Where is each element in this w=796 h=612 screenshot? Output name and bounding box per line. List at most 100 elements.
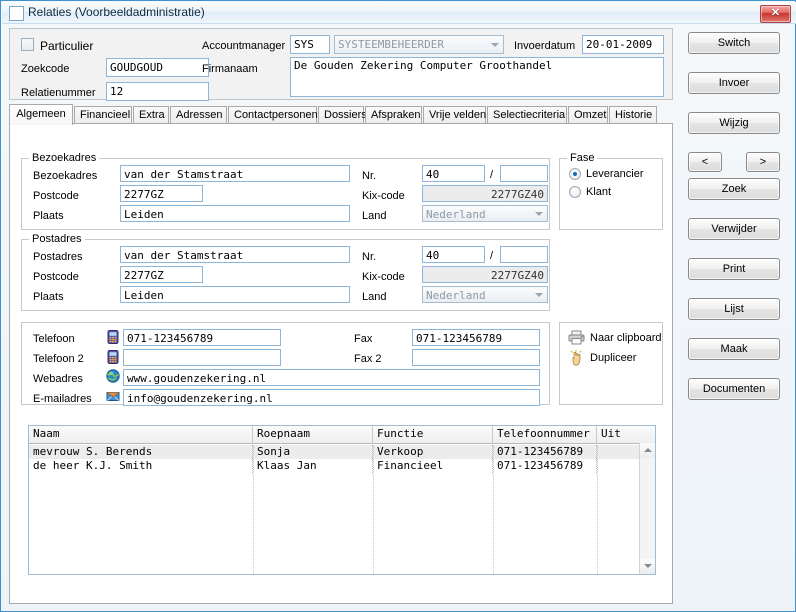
grid-column-divider — [373, 443, 375, 574]
accountmanager-name-value: SYSTEEMBEHEERDER — [338, 38, 444, 51]
grid-col-uit[interactable]: Uit — [597, 426, 655, 443]
scroll-down-button[interactable] — [640, 559, 655, 574]
next-button[interactable]: > — [746, 152, 780, 172]
telefoon-input[interactable]: 071-123456789 — [123, 329, 281, 346]
tab-contactpersonen[interactable]: Contactpersonen — [228, 106, 318, 124]
fax2-input[interactable] — [412, 349, 540, 366]
tab-selectiecriteria[interactable]: Selectiecriteria — [487, 106, 567, 124]
tab-dossiers[interactable]: Dossiers — [318, 106, 367, 124]
tab-afspraken[interactable]: Afspraken — [365, 106, 422, 124]
wijzig-button[interactable]: Wijzig — [688, 112, 780, 134]
bezoekadres-kix-value: 2277GZ40 — [422, 185, 548, 202]
scroll-up-button[interactable] — [640, 443, 655, 458]
bezoekadres-postcode-input[interactable]: 2277GZ — [120, 185, 203, 202]
invoerdatum-input[interactable]: 20-01-2009 — [582, 35, 664, 54]
fax-input[interactable]: 071-123456789 — [412, 329, 540, 346]
postadres-group: Postadres Postadres van der Stamstraat N… — [21, 233, 550, 311]
webadres-input[interactable]: www.goudenzekering.nl — [123, 369, 540, 386]
envelope-icon — [106, 389, 120, 402]
zoekcode-label: Zoekcode — [21, 63, 70, 75]
maak-button[interactable]: Maak — [688, 338, 780, 360]
postadres-plaats-input[interactable]: Leiden — [120, 286, 350, 303]
relatienummer-input[interactable]: 12 — [106, 82, 209, 101]
postadres-nr-separator: / — [490, 250, 494, 262]
dupliceer-link[interactable]: Dupliceer — [590, 352, 636, 364]
telefoon2-input[interactable] — [123, 349, 281, 366]
tab-vrije-velden[interactable]: Vrije velden — [423, 106, 486, 124]
zoekcode-input[interactable]: GOUDGOUD — [106, 58, 209, 77]
tab-panel-algemeen: Bezoekadres Bezoekadres van der Stamstra… — [9, 123, 673, 604]
bezoekadres-input[interactable]: van der Stamstraat — [120, 165, 350, 182]
bezoekadres-postcode-label: Postcode — [33, 190, 79, 202]
close-button[interactable]: ✕ — [760, 5, 791, 23]
invoerdatum-label: Invoerdatum — [514, 40, 576, 52]
fase-group-title: Fase — [567, 152, 598, 164]
fase-radio-leverancier[interactable] — [569, 168, 581, 180]
fase-radio-klant[interactable] — [569, 186, 581, 198]
firmanaam-input[interactable]: De Gouden Zekering Computer Groothandel — [290, 57, 664, 97]
grid-column-divider — [597, 443, 599, 574]
bezoekadres-nr-input[interactable]: 40 — [422, 165, 485, 182]
fase-group: Fase Leverancier Klant — [559, 152, 663, 230]
bezoekadres-nr-label: Nr. — [362, 170, 377, 182]
postadres-postcode-input[interactable]: 2277GZ — [120, 266, 203, 283]
contactpersonen-grid[interactable]: Naam Roepnaam Functie Telefoonnummer Uit… — [28, 425, 656, 575]
bezoekadres-land-dropdown[interactable]: Nederland — [422, 205, 548, 222]
webadres-label: Webadres — [33, 373, 83, 385]
tab-adressen[interactable]: Adressen — [170, 106, 227, 124]
bezoekadres-plaats-label: Plaats — [33, 210, 64, 222]
bezoekadres-land-label: Land — [362, 210, 387, 222]
lijst-button[interactable]: Lijst — [688, 298, 780, 320]
firmanaam-label: Firmanaam — [202, 63, 258, 75]
postadres-land-dropdown[interactable]: Nederland — [422, 286, 548, 303]
postadres-postcode-label: Postcode — [33, 271, 79, 283]
tab-algemeen[interactable]: Algemeen — [9, 104, 73, 125]
grid-cell-uit — [597, 445, 641, 459]
particulier-label: Particulier — [40, 39, 94, 53]
grid-col-roepnaam[interactable]: Roepnaam — [253, 426, 373, 443]
grid-col-functie[interactable]: Functie — [373, 426, 493, 443]
particulier-checkbox[interactable] — [21, 38, 34, 51]
grid-vertical-scrollbar[interactable] — [639, 443, 655, 574]
bezoekadres-land-value: Nederland — [426, 208, 486, 221]
grid-col-telefoonnummer[interactable]: Telefoonnummer — [493, 426, 597, 443]
print-button[interactable]: Print — [688, 258, 780, 280]
zoek-button[interactable]: Zoek — [688, 178, 780, 200]
title-bar: Relaties (Voorbeeldadministratie) ✕ — [2, 2, 796, 24]
postadres-nr-toevoeging-input[interactable] — [500, 246, 548, 263]
switch-button[interactable]: Switch — [688, 32, 780, 54]
accountmanager-label: Accountmanager — [202, 40, 286, 52]
accountmanager-code-input[interactable]: SYS — [290, 35, 330, 54]
bezoekadres-label: Bezoekadres — [33, 170, 98, 182]
postadres-input[interactable]: van der Stamstraat — [120, 246, 350, 263]
bezoekadres-plaats-input[interactable]: Leiden — [120, 205, 350, 222]
accountmanager-name-dropdown[interactable]: SYSTEEMBEHEERDER — [334, 35, 504, 54]
tab-historie[interactable]: Historie — [609, 106, 657, 124]
email-input[interactable]: info@goudenzekering.nl — [123, 389, 540, 406]
grid-cell-telefoonnummer: 071-123456789 — [493, 445, 597, 459]
postadres-kix-value: 2277GZ40 — [422, 266, 548, 283]
grid-cell-roepnaam: Klaas Jan — [253, 459, 373, 473]
table-row[interactable]: mevrouw S. Berends Sonja Verkoop 071-123… — [29, 445, 655, 459]
postadres-group-title: Postadres — [29, 233, 85, 245]
postadres-nr-input[interactable]: 40 — [422, 246, 485, 263]
tab-financieel[interactable]: Financieel — [74, 106, 132, 124]
tab-extra[interactable]: Extra — [133, 106, 169, 124]
tab-omzet[interactable]: Omzet — [568, 106, 608, 124]
invoer-button[interactable]: Invoer — [688, 72, 780, 94]
actions-group: Naar clipboard Dupliceer — [559, 322, 663, 405]
telefoon-label: Telefoon — [33, 333, 75, 345]
naar-clipboard-link[interactable]: Naar clipboard — [590, 332, 662, 344]
documenten-button[interactable]: Documenten — [688, 378, 780, 400]
grid-cell-naam: mevrouw S. Berends — [29, 445, 253, 459]
relatienummer-label: Relatienummer — [21, 87, 96, 99]
verwijder-button[interactable]: Verwijder — [688, 218, 780, 240]
action-button-column: Switch Invoer Wijzig < > Zoek Verwijder … — [680, 28, 792, 604]
table-row[interactable]: de heer K.J. Smith Klaas Jan Financieel … — [29, 459, 655, 473]
close-icon: ✕ — [770, 7, 781, 19]
printer-icon — [568, 330, 585, 345]
grid-col-naam[interactable]: Naam — [29, 426, 253, 443]
previous-button[interactable]: < — [688, 152, 722, 172]
bezoekadres-nr-toevoeging-input[interactable] — [500, 165, 548, 182]
grid-column-divider — [493, 443, 495, 574]
